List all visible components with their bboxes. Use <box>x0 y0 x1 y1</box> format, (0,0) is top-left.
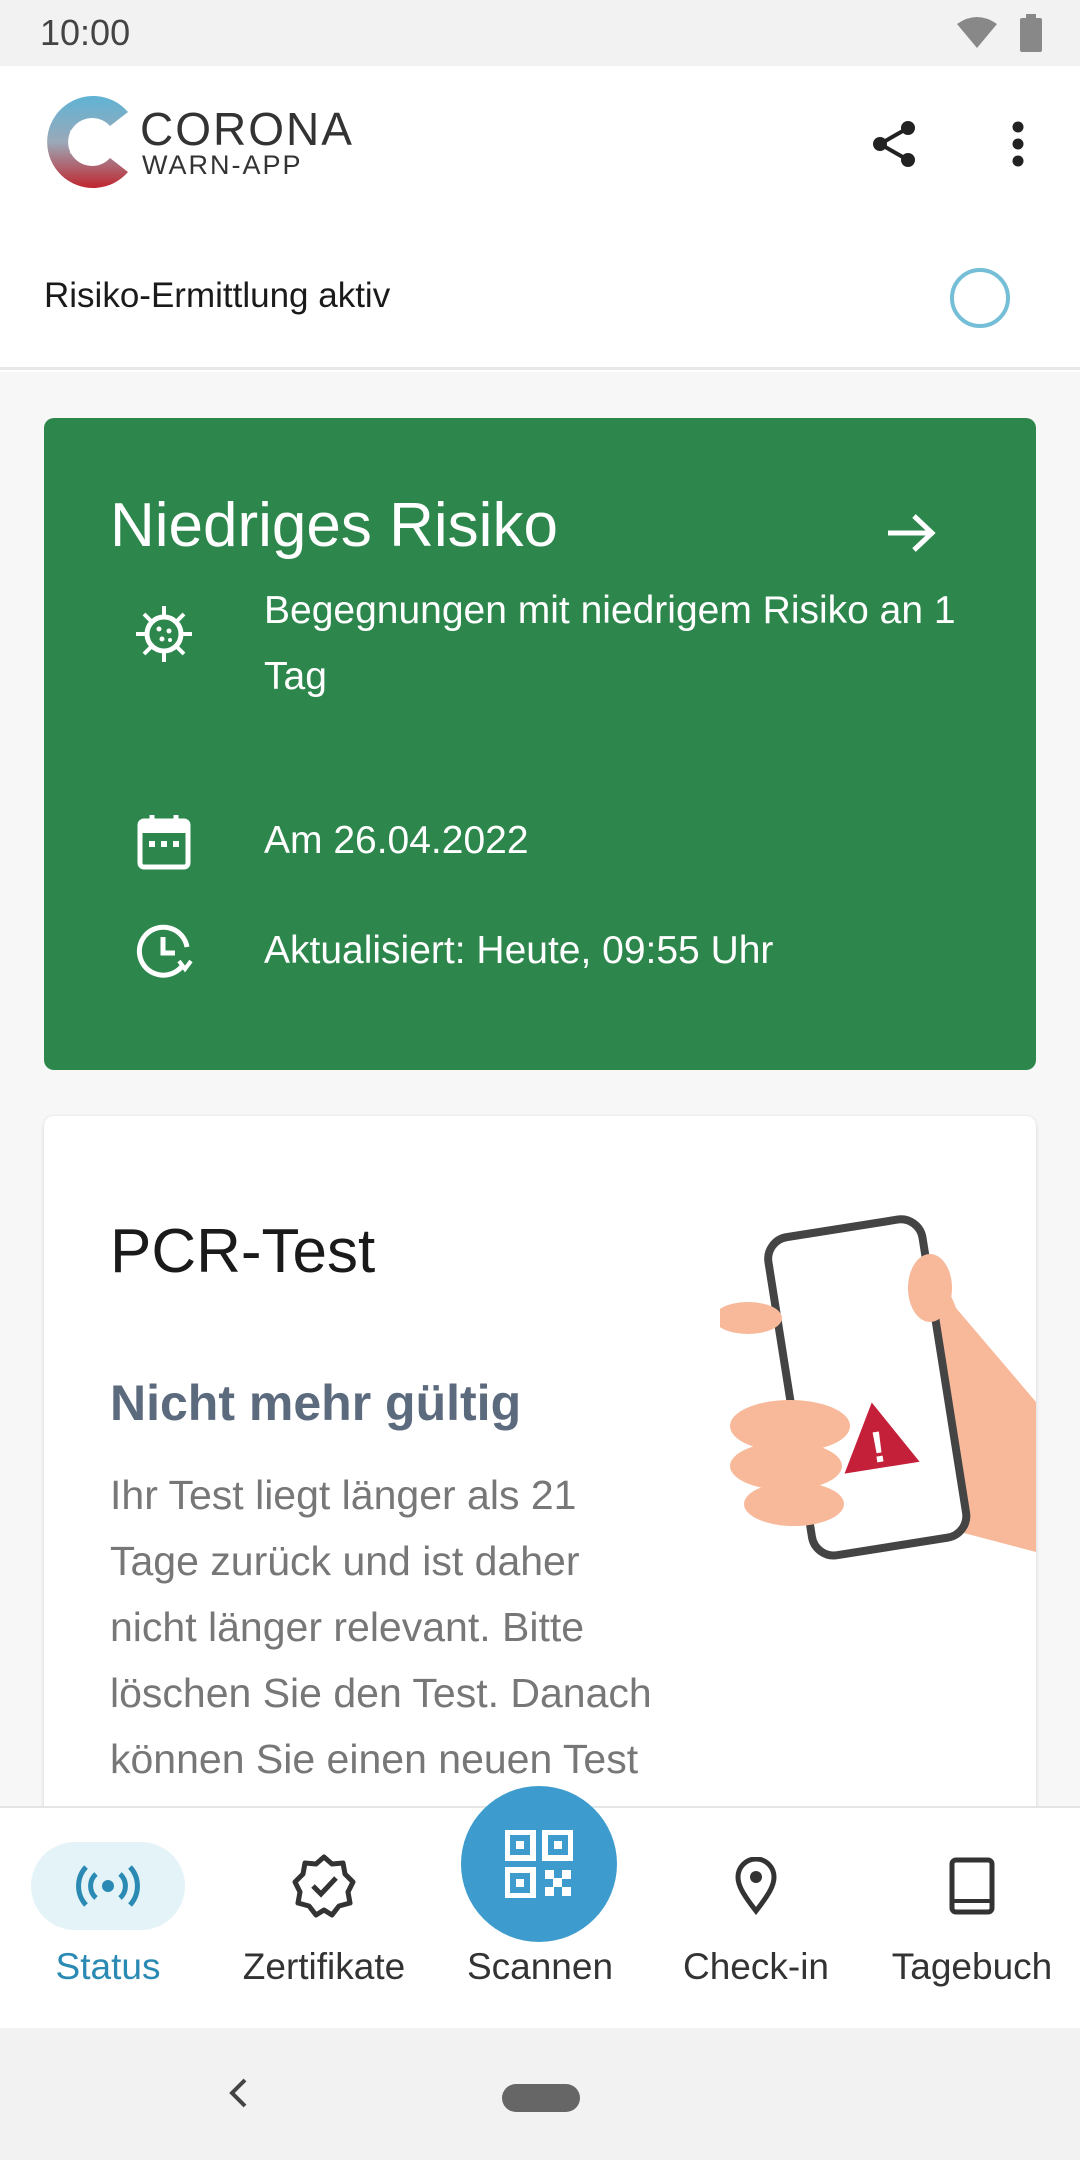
status-time: 10:00 <box>40 12 131 53</box>
book-icon <box>949 1857 995 1915</box>
risk-updated-text: Aktualisiert: Heute, 09:55 Uhr <box>264 929 774 972</box>
nav-certificates[interactable]: Zertifikate <box>216 1808 432 2030</box>
nav-certificates-label: Zertifikate <box>242 1946 406 1987</box>
more-options-button[interactable] <box>990 116 1046 172</box>
test-title: PCR-Test <box>110 1217 376 1286</box>
risk-encounters-text: Begegnungen mit niedrigem Risiko an 1 Ta… <box>264 589 956 698</box>
broadcast-icon <box>76 1865 140 1907</box>
risk-date-text: Am 26.04.2022 <box>264 819 529 862</box>
risk-detection-indicator-icon <box>950 268 1010 328</box>
nav-diary[interactable]: Tagebuch <box>864 1808 1080 2030</box>
app-header: CORONA WARN-APP <box>0 66 1080 226</box>
risk-detection-status[interactable]: Risiko-Ermittlung aktiv <box>0 226 1080 370</box>
main-content[interactable]: Niedriges Risiko Begegnungen mit niedrig… <box>0 372 1080 1806</box>
nav-scan-label: Scannen <box>466 1946 614 1987</box>
nav-diary-icon-wrap <box>895 1842 1049 1930</box>
nav-checkin-icon-wrap <box>679 1842 833 1930</box>
certificate-check-icon <box>292 1854 356 1918</box>
status-bar: 10:00 <box>0 0 1080 66</box>
more-vert-icon <box>1012 121 1024 167</box>
scan-qr-button[interactable] <box>461 1786 617 1942</box>
battery-icon <box>1020 14 1042 52</box>
system-navigation-bar <box>0 2028 1080 2160</box>
nav-status-label: Status <box>55 1946 161 1987</box>
nav-checkin[interactable]: Check-in <box>648 1808 864 2030</box>
qr-code-icon <box>505 1830 573 1898</box>
system-back-button[interactable] <box>218 2068 258 2118</box>
risk-detection-label: Risiko-Ermittlung aktiv <box>44 276 391 315</box>
brand-subname: WARN-APP <box>142 150 303 180</box>
virus-icon <box>132 602 196 666</box>
phone-warning-illustration: ! <box>720 1215 1036 1560</box>
nav-certificates-icon-wrap <box>247 1842 401 1930</box>
status-icons <box>956 14 1042 52</box>
test-description: Ihr Test liegt länger als 21 Tage zurück… <box>110 1472 652 1806</box>
nav-status-icon-wrap <box>31 1842 185 1930</box>
update-clock-icon <box>132 920 196 984</box>
risk-card[interactable]: Niedriges Risiko Begegnungen mit niedrig… <box>44 418 1036 1070</box>
test-status-subtitle: Nicht mehr gültig <box>110 1375 522 1431</box>
pcr-test-card[interactable]: PCR-Test Nicht mehr gültig Ihr Test lieg… <box>44 1116 1036 1806</box>
system-home-button[interactable] <box>502 2084 580 2112</box>
share-button[interactable] <box>866 116 922 172</box>
arrow-right-icon <box>888 514 936 552</box>
nav-checkin-label: Check-in <box>683 1946 829 1987</box>
share-icon <box>873 121 915 167</box>
chevron-left-icon <box>229 2078 247 2108</box>
calendar-icon <box>132 810 196 874</box>
nav-status[interactable]: Status <box>0 1808 216 2030</box>
corona-warn-app-logo <box>47 95 128 188</box>
brand-name: CORONA <box>140 103 354 155</box>
nav-diary-label: Tagebuch <box>891 1946 1053 1987</box>
risk-title: Niedriges Risiko <box>110 491 558 560</box>
wifi-icon <box>957 17 997 48</box>
location-pin-icon <box>735 1857 777 1915</box>
